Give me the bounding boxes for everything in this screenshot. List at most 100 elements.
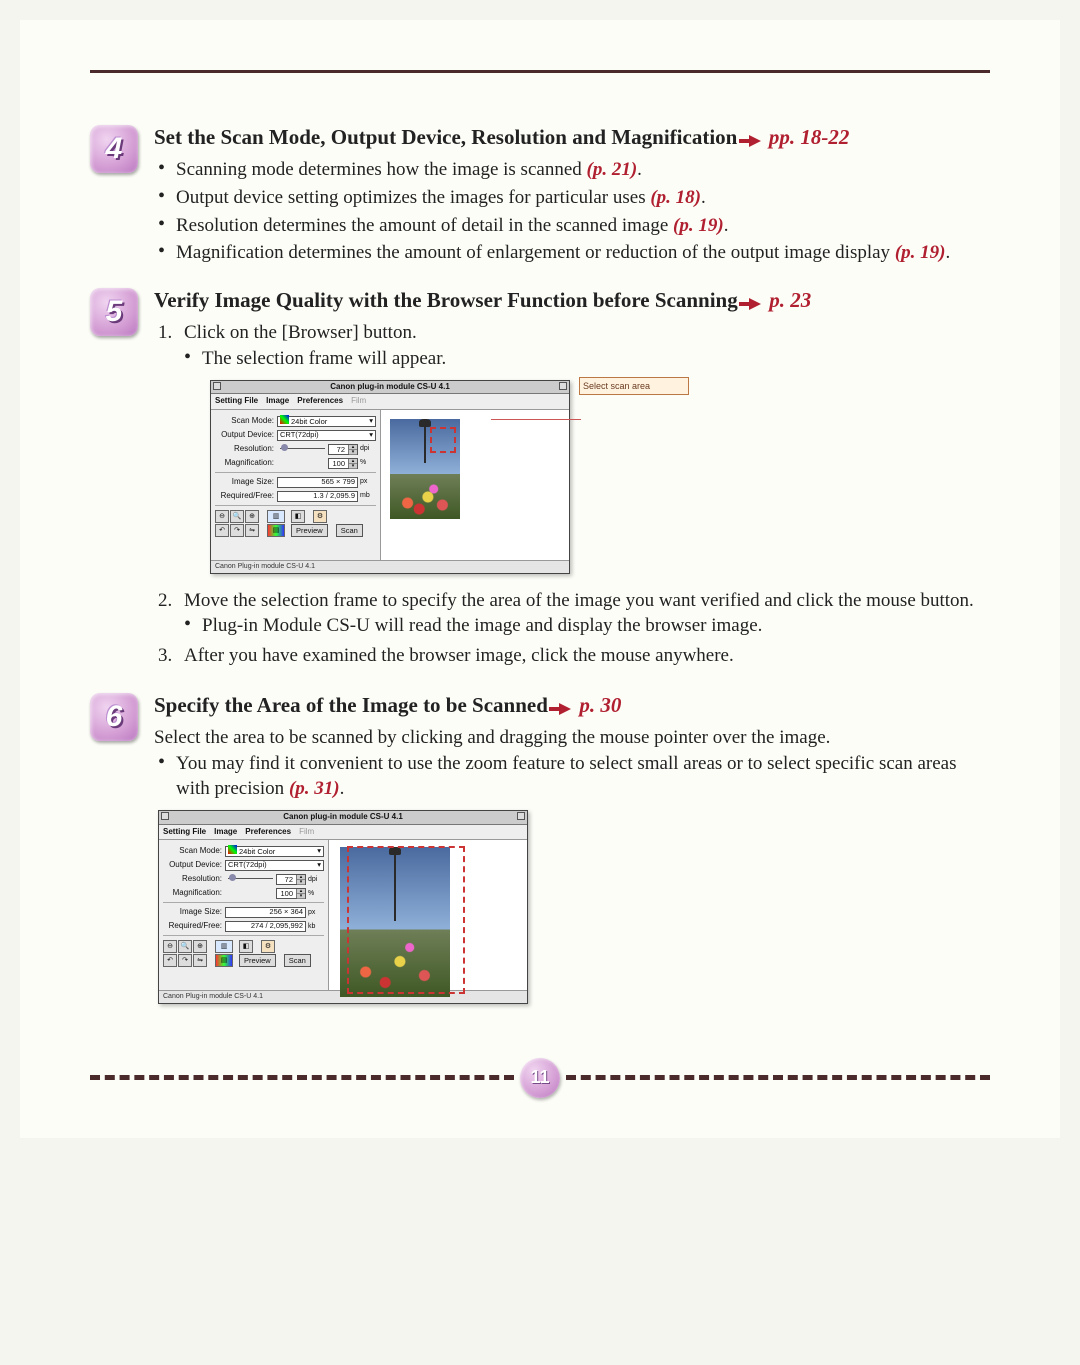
output-device-dropdown[interactable]: CRT(72dpi)▾ xyxy=(277,430,376,441)
preview-canvas[interactable] xyxy=(329,840,527,990)
selection-frame[interactable] xyxy=(430,427,456,453)
menu-image[interactable]: Image xyxy=(266,396,289,407)
zoom-in-icon[interactable]: ⊕ xyxy=(245,510,259,523)
test-icon[interactable]: ⚙ xyxy=(313,510,327,523)
resolution-slider[interactable] xyxy=(277,445,328,453)
step-num: 1. xyxy=(158,320,172,346)
menu-preferences[interactable]: Preferences xyxy=(297,396,343,407)
menu-preferences[interactable]: Preferences xyxy=(245,827,291,838)
menu-setting-file[interactable]: Setting File xyxy=(215,396,258,407)
arrow-icon xyxy=(749,288,761,316)
image-size-value: 256 × 364 xyxy=(225,907,306,918)
rotate-right-icon[interactable]: ↷ xyxy=(178,954,192,967)
zoom-out-icon[interactable]: ⊖ xyxy=(163,940,177,953)
preview-button[interactable]: Preview xyxy=(291,524,328,537)
menu-setting-file[interactable]: Setting File xyxy=(163,827,206,838)
zoom-out-icon[interactable]: ⊖ xyxy=(215,510,229,523)
scan-button[interactable]: Scan xyxy=(284,954,311,967)
resolution-slider[interactable] xyxy=(225,875,276,883)
zoom-fit-icon[interactable]: 🔍 xyxy=(230,510,244,523)
scan-button[interactable]: Scan xyxy=(336,524,363,537)
arrow-icon xyxy=(559,693,571,721)
tone-icon[interactable]: ◧ xyxy=(239,940,253,953)
page-number: 11 xyxy=(520,1058,560,1098)
image-size-label: Image Size: xyxy=(215,477,277,488)
section-5-title-text: Verify Image Quality with the Browser Fu… xyxy=(154,288,738,312)
browser-icon[interactable]: ▥ xyxy=(267,510,285,523)
menu-image[interactable]: Image xyxy=(214,827,237,838)
window-zoom-icon[interactable] xyxy=(559,382,567,390)
menubar: Setting File Image Preferences Film xyxy=(211,394,569,410)
required-free-label: Required/Free: xyxy=(163,921,225,932)
zoom-fit-icon[interactable]: 🔍 xyxy=(178,940,192,953)
section-6-title-text: Specify the Area of the Image to be Scan… xyxy=(154,693,548,717)
negative-icon[interactable]: ▤ xyxy=(215,954,233,967)
window-body: Scan Mode:24bit Color▾ Output Device:CRT… xyxy=(211,410,569,560)
scan-mode-dropdown[interactable]: 24bit Color▾ xyxy=(225,846,324,857)
window-title: Canon plug-in module CS-U 4.1 xyxy=(330,382,450,391)
rotate-left-icon[interactable]: ↶ xyxy=(215,524,229,537)
selection-frame[interactable] xyxy=(347,846,465,994)
section-6-title: Specify the Area of the Image to be Scan… xyxy=(154,691,990,721)
resolution-label: Resolution: xyxy=(163,874,225,885)
manual-page: 4 Set the Scan Mode, Output Device, Reso… xyxy=(20,20,1060,1138)
callout-select-scan-area: Select scan area xyxy=(579,377,689,395)
image-size-unit: px xyxy=(306,908,324,917)
window-title: Canon plug-in module CS-U 4.1 xyxy=(283,812,403,821)
screenshot-1: Canon plug-in module CS-U 4.1 Setting Fi… xyxy=(210,380,570,574)
preview-button[interactable]: Preview xyxy=(239,954,276,967)
rotate-right-icon[interactable]: ↷ xyxy=(230,524,244,537)
sub-item: The selection frame will appear. xyxy=(184,346,990,372)
magnification-spinner[interactable]: 100▴▾ xyxy=(328,458,358,469)
bullet-text: Output device setting optimizes the imag… xyxy=(176,187,650,208)
scan-mode-dropdown[interactable]: 24bit Color▾ xyxy=(277,416,376,427)
page-ref: (p. 31) xyxy=(289,778,340,799)
magnification-spinner[interactable]: 100▴▾ xyxy=(276,888,306,899)
dash-right xyxy=(566,1075,990,1080)
callout-line xyxy=(491,419,581,420)
required-free-value: 1.3 / 2,095.9 xyxy=(277,491,358,502)
step-3: 3. After you have examined the browser i… xyxy=(158,643,990,669)
bullet: Magnification determines the amount of e… xyxy=(158,240,990,266)
page-number-row: 11 xyxy=(90,1058,990,1098)
window-titlebar: Canon plug-in module CS-U 4.1 xyxy=(211,381,569,395)
step-num: 3. xyxy=(158,643,172,669)
section-4-title-text: Set the Scan Mode, Output Device, Resolu… xyxy=(154,125,737,149)
toolbar: ⊖ 🔍 ⊕ ▥ ◧ ⚙ xyxy=(163,940,324,953)
flip-icon[interactable]: ⇋ xyxy=(245,524,259,537)
window-close-icon[interactable] xyxy=(213,382,221,390)
magnification-unit: % xyxy=(358,458,376,467)
required-free-unit: mb xyxy=(358,491,376,500)
preview-canvas[interactable] xyxy=(381,410,569,560)
window-close-icon[interactable] xyxy=(161,812,169,820)
resolution-spinner[interactable]: 72▴▾ xyxy=(328,444,358,455)
rotate-left-icon[interactable]: ↶ xyxy=(163,954,177,967)
bullet-text: Scanning mode determines how the image i… xyxy=(176,159,587,180)
section-6-pageref: p. 30 xyxy=(579,693,621,717)
preview-image xyxy=(390,419,460,519)
negative-icon[interactable]: ▤ xyxy=(267,524,285,537)
bullet-tail: . xyxy=(724,215,729,236)
window-zoom-icon[interactable] xyxy=(517,812,525,820)
bullet-text: Magnification determines the amount of e… xyxy=(176,242,895,263)
flip-icon[interactable]: ⇋ xyxy=(193,954,207,967)
bullet-tail: . xyxy=(945,242,950,263)
section-4-pageref: pp. 18-22 xyxy=(769,125,850,149)
section-6-para: Select the area to be scanned by clickin… xyxy=(154,725,990,751)
bullet-tail: . xyxy=(637,159,642,180)
zoom-in-icon[interactable]: ⊕ xyxy=(193,940,207,953)
menubar: Setting File Image Preferences Film xyxy=(159,825,527,841)
menu-film: Film xyxy=(299,827,314,838)
settings-panel: Scan Mode:24bit Color▾ Output Device:CRT… xyxy=(159,840,329,990)
test-icon[interactable]: ⚙ xyxy=(261,940,275,953)
browser-icon[interactable]: ▥ xyxy=(215,940,233,953)
section-5: 5 Verify Image Quality with the Browser … xyxy=(90,286,990,673)
resolution-spinner[interactable]: 72▴▾ xyxy=(276,874,306,885)
tone-icon[interactable]: ◧ xyxy=(291,510,305,523)
step-2: 2. Move the selection frame to specify t… xyxy=(158,588,990,639)
arrow-icon xyxy=(749,125,761,153)
output-device-dropdown[interactable]: CRT(72dpi)▾ xyxy=(225,860,324,871)
scan-mode-label: Scan Mode: xyxy=(163,846,225,857)
resolution-label: Resolution: xyxy=(215,444,277,455)
page-ref: (p. 21) xyxy=(587,159,638,180)
